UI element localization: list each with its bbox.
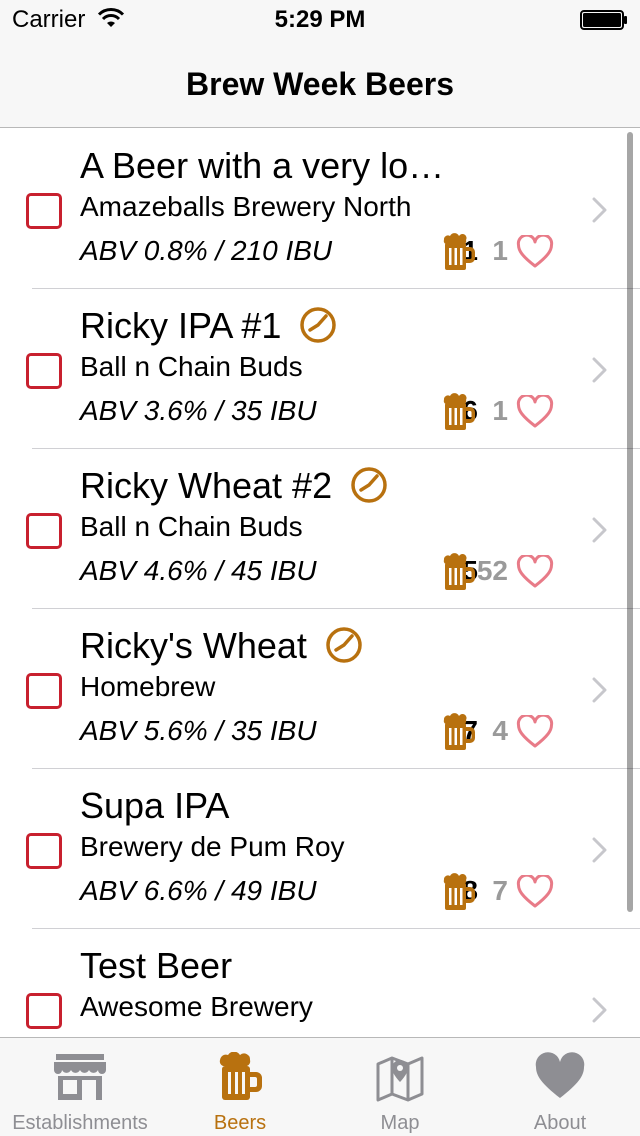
- like-count: 4: [492, 715, 508, 746]
- chevron-right-icon: [592, 197, 607, 223]
- brewery-name: Ball n Chain Buds: [80, 351, 303, 382]
- checkin-checkbox[interactable]: [26, 513, 62, 549]
- chevron-right-icon: [592, 997, 607, 1023]
- page-title: Brew Week Beers: [186, 66, 454, 102]
- checkin-checkbox[interactable]: [26, 833, 62, 869]
- beer-row[interactable]: Ricky Wheat #2 Ball n Chain Buds ABV 4.6% …: [0, 449, 640, 609]
- tab-map[interactable]: Map: [320, 1038, 480, 1136]
- clock-icon: [326, 627, 362, 664]
- beer-name: Supa IPA: [80, 785, 229, 827]
- beer-list[interactable]: A Beer with a very lo… Amazeballs Brewery…: [0, 129, 640, 1037]
- beer-row[interactable]: Test Beer Awesome Brewery: [0, 929, 640, 1037]
- tab-label-about: About: [533, 1112, 587, 1134]
- heart-outline-icon[interactable]: [516, 875, 554, 909]
- heart-icon: [535, 1052, 585, 1098]
- brewery-name: Brewery de Pum Roy: [80, 831, 345, 862]
- like-count: 7: [492, 875, 508, 906]
- beer-mug-icon: [219, 1052, 262, 1100]
- scrollbar[interactable]: [627, 132, 633, 912]
- status-time: 5:29 PM: [274, 6, 366, 33]
- beer-name: Ricky's Wheat: [80, 625, 363, 667]
- status-bar: Carrier 5:29 PM: [0, 0, 640, 40]
- clock-icon: [300, 307, 337, 344]
- tab-about[interactable]: About: [480, 1038, 640, 1136]
- tab-label-beers: Beers: [213, 1112, 267, 1134]
- abv-ibu: ABV 3.6% / 35 IBU: [80, 395, 317, 426]
- battery-icon: [580, 10, 627, 30]
- tab-establishments[interactable]: Establishments: [0, 1038, 160, 1136]
- chevron-right-icon: [592, 517, 607, 543]
- beer-name: A Beer with a very lo…: [80, 145, 444, 187]
- checkin-checkbox[interactable]: [26, 353, 62, 389]
- clock-icon: [351, 467, 387, 504]
- beer-name: Ricky IPA #1: [80, 305, 337, 347]
- checkin-checkbox[interactable]: [26, 993, 62, 1029]
- chevron-right-icon: [592, 837, 607, 863]
- beer-row[interactable]: A Beer with a very lo… Amazeballs Brewery…: [0, 129, 640, 289]
- beer-name-text: Test Beer: [80, 945, 233, 986]
- tab-label-establishments: Establishments: [12, 1112, 148, 1134]
- beer-row[interactable]: Ricky IPA #1 Ball n Chain Buds ABV 3.6% / …: [0, 289, 640, 449]
- beer-row[interactable]: Supa IPA Brewery de Pum Roy ABV 6.6% / 49 …: [0, 769, 640, 929]
- beer-name-text: Supa IPA: [80, 785, 230, 826]
- brewery-name: Ball n Chain Buds: [80, 511, 303, 542]
- heart-outline-icon[interactable]: [516, 555, 554, 589]
- beer-name: Ricky Wheat #2: [80, 465, 388, 507]
- brewery-name: Awesome Brewery: [80, 991, 313, 1022]
- storefront-icon: [54, 1054, 106, 1100]
- abv-ibu: ABV 5.6% / 35 IBU: [80, 715, 317, 746]
- beer-name: Test Beer: [80, 945, 232, 987]
- heart-outline-icon[interactable]: [516, 395, 554, 429]
- tab-beers[interactable]: Beers: [160, 1038, 320, 1136]
- brewery-name: Amazeballs Brewery North: [80, 191, 412, 222]
- abv-ibu: ABV 0.8% / 210 IBU: [80, 235, 333, 266]
- abv-ibu: ABV 4.6% / 45 IBU: [80, 555, 317, 586]
- tab-bar: Establishments Beers Map About: [0, 1037, 640, 1136]
- like-count: 1: [492, 235, 508, 266]
- heart-outline-icon[interactable]: [516, 715, 554, 749]
- checkin-checkbox[interactable]: [26, 193, 62, 229]
- chevron-right-icon: [592, 677, 607, 703]
- beer-name-text: Ricky Wheat #2: [80, 465, 333, 506]
- beer-name-text: A Beer with a very lo…: [80, 145, 445, 186]
- beer-name-text: Ricky's Wheat: [80, 625, 307, 666]
- heart-outline-icon[interactable]: [516, 235, 554, 269]
- beer-row[interactable]: Ricky's WheatHomebrewABV 5.6% / 35 IBU74: [0, 609, 640, 769]
- navigation-bar: Brew Week Beers: [0, 40, 640, 128]
- beer-name-text: Ricky IPA #1: [80, 305, 282, 346]
- like-count: 52: [476, 555, 508, 586]
- brewery-name: Homebrew: [80, 671, 216, 702]
- like-count: 1: [492, 395, 508, 426]
- abv-ibu: ABV 6.6% / 49 IBU: [80, 875, 317, 906]
- map-icon: [376, 1056, 424, 1102]
- checkin-checkbox[interactable]: [26, 673, 62, 709]
- tab-label-map: Map: [380, 1112, 420, 1134]
- chevron-right-icon: [592, 357, 607, 383]
